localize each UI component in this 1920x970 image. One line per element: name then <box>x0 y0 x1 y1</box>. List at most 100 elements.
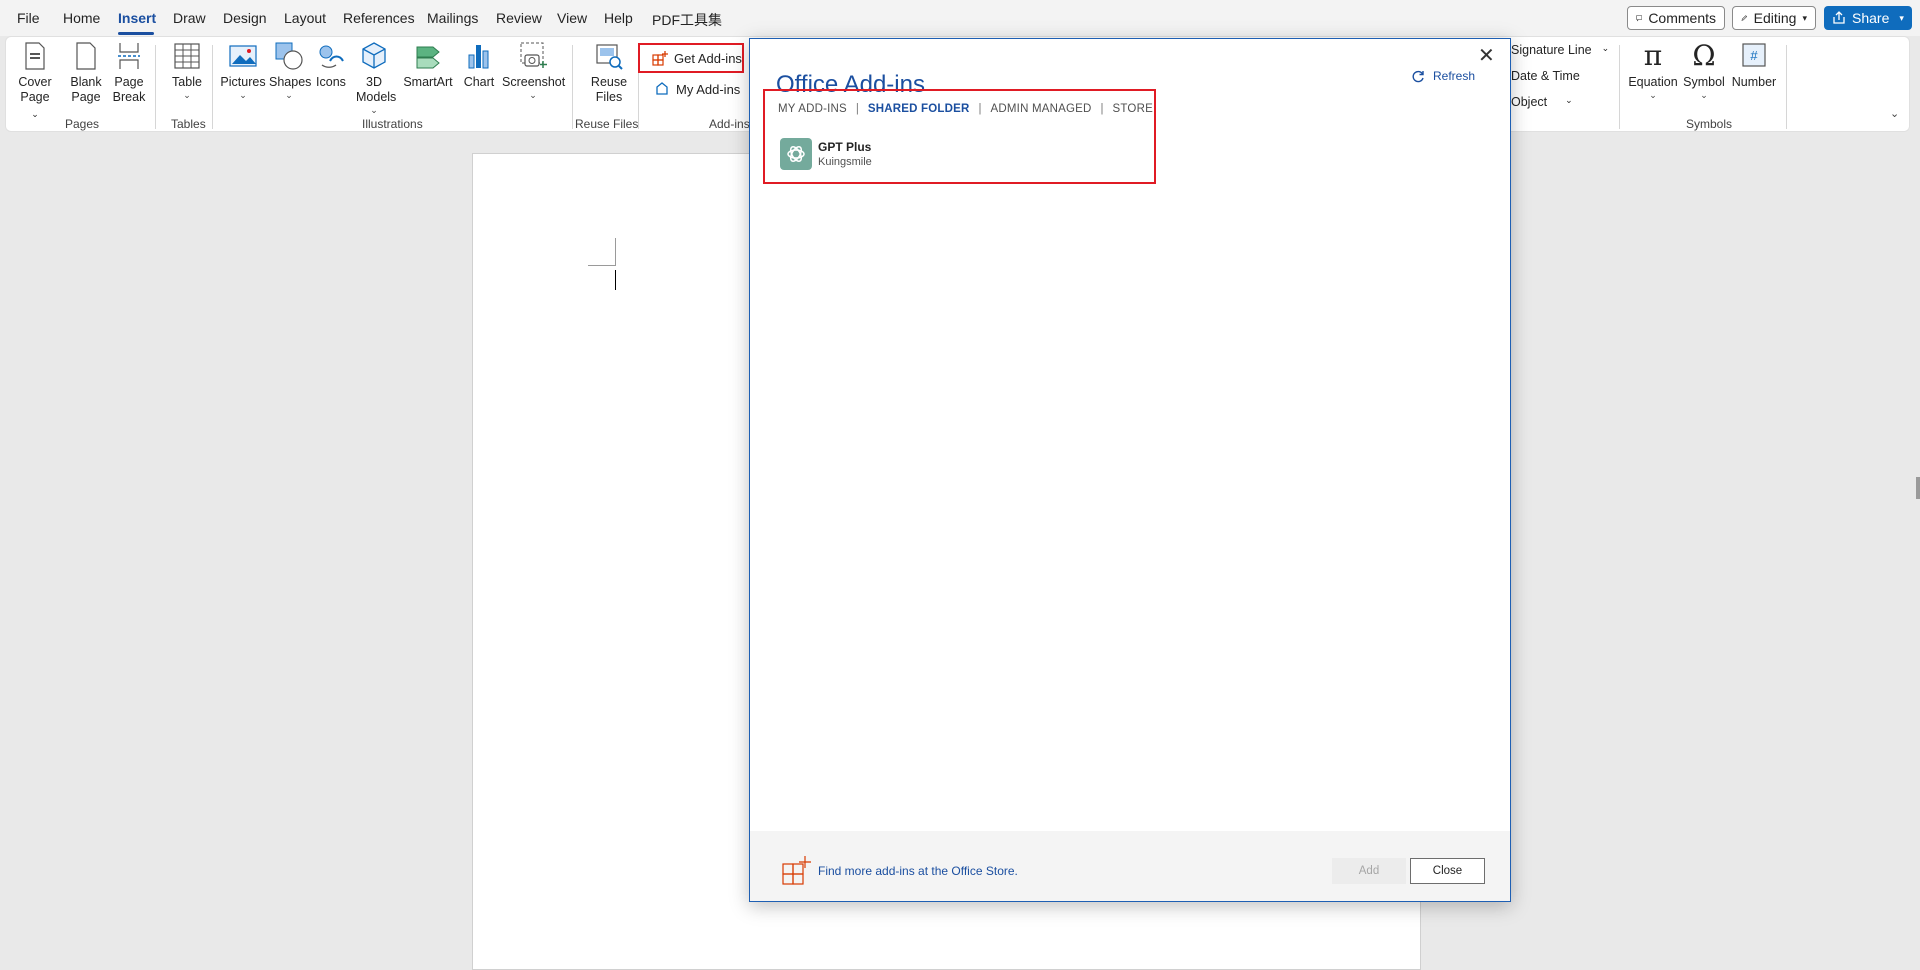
add-button[interactable]: Add <box>1332 858 1406 884</box>
chevron-down-icon: ⌄ <box>370 105 378 115</box>
chart-button[interactable]: Chart <box>462 41 496 90</box>
pi-icon: π <box>1643 39 1663 72</box>
icons-button[interactable]: Icons <box>313 41 349 90</box>
screenshot-label: Screenshot <box>502 75 566 89</box>
number-button[interactable]: # Number <box>1730 41 1778 90</box>
tab-shared-folder[interactable]: SHARED FOLDER <box>868 103 970 115</box>
reuse-files-button[interactable]: Reuse Files <box>584 41 634 105</box>
openai-icon <box>780 138 812 170</box>
chevron-down-icon: ⌄ <box>285 90 293 100</box>
share-icon <box>1833 11 1845 24</box>
chevron-down-icon: ▾ <box>1802 12 1807 23</box>
symbol-button[interactable]: Ω Symbol ⌄ <box>1682 39 1726 101</box>
margin-marker <box>588 265 615 266</box>
editing-label: Editing <box>1753 10 1797 26</box>
my-addins-label: My Add-ins <box>676 81 741 97</box>
reuse-files-icon <box>596 44 623 70</box>
cube-icon <box>362 42 386 69</box>
reuse-label: Reuse <box>590 75 628 89</box>
pictures-button[interactable]: Pictures ⌄ <box>220 41 266 100</box>
scrollbar-thumb[interactable] <box>1916 477 1920 499</box>
menu-review[interactable]: Review <box>496 10 542 26</box>
my-addins-icon <box>656 82 668 95</box>
number-icon: # <box>1742 43 1766 67</box>
tab-my-addins[interactable]: MY ADD-INS <box>778 103 847 115</box>
group-symbols-label: Symbols <box>1686 117 1733 131</box>
screenshot-button[interactable]: Screenshot ⌄ <box>502 41 566 100</box>
get-addins-icon <box>652 51 668 66</box>
my-addins-button[interactable]: My Add-ins ⌄ <box>654 81 756 97</box>
close-button[interactable]: Close <box>1410 858 1485 884</box>
close-icon[interactable]: ✕ <box>1478 43 1495 68</box>
date-time-button[interactable]: Date & Time <box>1511 69 1580 83</box>
menu-view[interactable]: View <box>557 10 587 26</box>
group-pages-label: Pages <box>65 117 100 131</box>
comments-button[interactable]: Comments <box>1627 6 1725 30</box>
menu-bar: File Home Insert Draw Design Layout Refe… <box>0 0 1920 36</box>
signature-line-label: Signature Line <box>1511 43 1592 57</box>
omega-icon: Ω <box>1692 39 1716 72</box>
pictures-icon <box>229 45 257 67</box>
menu-insert[interactable]: Insert <box>118 10 156 26</box>
menu-references[interactable]: References <box>343 10 415 26</box>
models-label: Models <box>356 90 397 104</box>
menu-pdf-tools[interactable]: PDF工具集 <box>652 10 722 30</box>
menu-layout[interactable]: Layout <box>284 10 326 26</box>
smartart-icon <box>416 46 440 69</box>
signature-line-button[interactable]: Signature Line ⌄ <box>1511 43 1609 57</box>
icons-icon <box>319 45 344 68</box>
comments-label: Comments <box>1648 10 1716 26</box>
editing-mode-button[interactable]: Editing ▾ <box>1732 6 1816 30</box>
get-addins-button[interactable]: Get Add-ins <box>638 43 744 73</box>
menu-file[interactable]: File <box>17 10 40 26</box>
date-time-label: Date & Time <box>1511 69 1580 83</box>
refresh-label: Refresh <box>1433 69 1476 83</box>
equation-label: Equation <box>1628 75 1678 89</box>
tab-store[interactable]: STORE <box>1113 103 1153 115</box>
menu-draw[interactable]: Draw <box>173 10 206 26</box>
chevron-down-icon: ⌄ <box>1700 90 1708 100</box>
group-reuse-files-label: Reuse Files <box>575 117 639 131</box>
share-button[interactable]: Share ▾ <box>1824 6 1912 30</box>
tab-admin-managed[interactable]: ADMIN MANAGED <box>991 103 1092 115</box>
break-label: Break <box>112 90 146 104</box>
menu-design[interactable]: Design <box>223 10 267 26</box>
smartart-button[interactable]: SmartArt <box>402 41 454 90</box>
collapse-ribbon-icon[interactable]: ⌄ <box>1890 107 1899 120</box>
table-label: Table <box>172 75 202 89</box>
addin-name: GPT Plus <box>818 140 872 154</box>
table-button[interactable]: Table ⌄ <box>166 41 208 100</box>
cover-page-button[interactable]: Cover Page ⌄ <box>16 41 54 122</box>
3d-models-button[interactable]: 3D Models ⌄ <box>356 41 396 115</box>
office-store-link[interactable]: Find more add-ins at the Office Store. <box>818 864 1018 878</box>
page-break-button[interactable]: Page Break <box>110 41 148 105</box>
menu-help[interactable]: Help <box>604 10 633 26</box>
text-cursor <box>615 270 616 290</box>
object-button[interactable]: Object ⌄ <box>1511 95 1573 109</box>
screenshot-icon <box>520 42 547 68</box>
chevron-down-icon: ⌄ <box>239 90 247 100</box>
symbol-label: Symbol <box>1683 75 1725 89</box>
chevron-down-icon: ▾ <box>1899 12 1904 23</box>
pencil-icon <box>1741 15 1748 21</box>
equation-button[interactable]: π Equation ⌄ <box>1628 39 1678 101</box>
group-illustrations-label: Illustrations <box>362 117 423 131</box>
page-label: Page <box>71 90 101 104</box>
page-break-icon <box>118 43 140 69</box>
chevron-down-icon: ⌄ <box>1649 90 1657 100</box>
addin-list-item[interactable]: GPT Plus Kuingsmile <box>780 138 872 170</box>
menu-mailings[interactable]: Mailings <box>427 10 478 26</box>
shapes-button[interactable]: Shapes ⌄ <box>269 41 311 100</box>
blank-page-button[interactable]: Blank Page <box>66 41 106 105</box>
table-icon <box>174 43 200 69</box>
menu-home[interactable]: Home <box>63 10 100 26</box>
chevron-down-icon: ⌄ <box>1601 43 1610 53</box>
svg-text:#: # <box>1750 48 1758 63</box>
chevron-down-icon: ⌄ <box>183 90 191 100</box>
refresh-button[interactable]: Refresh <box>1412 69 1475 83</box>
blank-label: Blank <box>70 75 102 89</box>
smartart-label: SmartArt <box>403 75 453 89</box>
page-label: Page <box>114 75 144 89</box>
addin-tabs: MY ADD-INS | SHARED FOLDER | ADMIN MANAG… <box>778 103 1153 115</box>
shapes-icon <box>275 42 303 70</box>
